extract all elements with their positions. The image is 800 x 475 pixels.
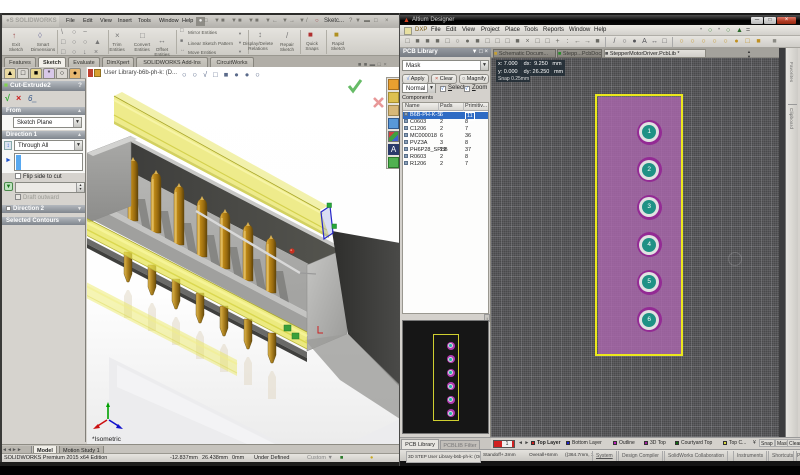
svg-text:*Isometric: *Isometric <box>92 436 122 443</box>
